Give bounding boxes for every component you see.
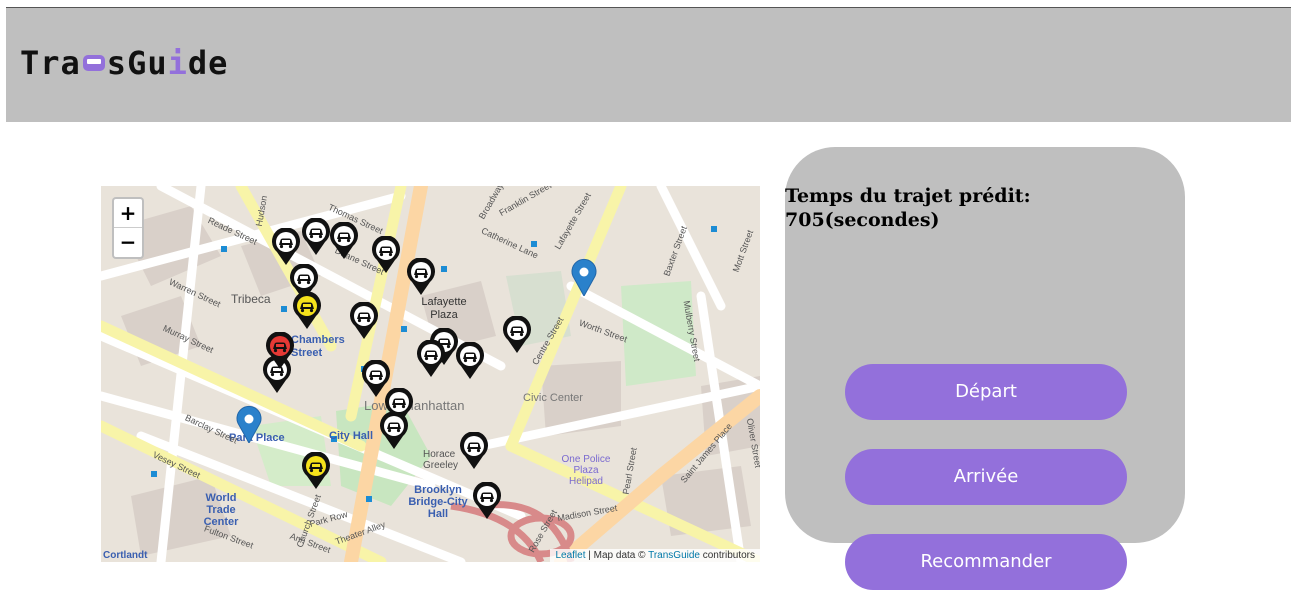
taxi-marker-red-icon[interactable] bbox=[265, 332, 295, 370]
location-pin-icon[interactable] bbox=[569, 258, 599, 296]
taxi-marker-icon[interactable] bbox=[371, 236, 401, 274]
taxi-marker-icon[interactable] bbox=[301, 218, 331, 256]
recommander-button[interactable]: Recommander bbox=[845, 534, 1127, 590]
map-label-city-hall: City Hall bbox=[329, 430, 374, 442]
taxi-marker-icon[interactable] bbox=[271, 228, 301, 266]
map-label-cortlandt: Cortlandt bbox=[103, 550, 148, 561]
zoom-out-button[interactable]: − bbox=[114, 228, 142, 256]
prediction-result: Temps du trajet prédit: 705(secondes) bbox=[785, 184, 1031, 232]
prediction-label: Temps du trajet prédit: bbox=[785, 185, 1031, 207]
depart-button[interactable]: Départ bbox=[845, 364, 1127, 420]
taxi-marker-icon[interactable] bbox=[329, 222, 359, 260]
map-label-lafayette-plaza: Lafayette Plaza bbox=[421, 296, 467, 321]
taxi-marker-icon[interactable] bbox=[349, 302, 379, 340]
taxi-marker-yellow-icon[interactable] bbox=[301, 452, 331, 490]
map-label-tribeca: Tribeca bbox=[231, 292, 271, 306]
taxi-marker-icon[interactable] bbox=[406, 258, 436, 296]
map-label-wtc: World Trade Center bbox=[203, 492, 239, 528]
taxi-marker-icon[interactable] bbox=[455, 342, 485, 380]
taxi-marker-icon[interactable] bbox=[502, 316, 532, 354]
map-label-lower-manhattan: Lower Manhattan bbox=[364, 398, 465, 413]
taxi-marker-icon[interactable] bbox=[459, 432, 489, 470]
map-label-helipad: One Police Plaza Helipad bbox=[561, 454, 611, 487]
arrivee-button[interactable]: Arrivée bbox=[845, 449, 1127, 505]
location-pin-icon[interactable] bbox=[234, 405, 264, 443]
zoom-control: + − bbox=[112, 197, 144, 259]
taxi-marker-icon[interactable] bbox=[379, 412, 409, 450]
attribution-separator: | Map data © bbox=[585, 550, 649, 561]
map-label-civic-center: Civic Center bbox=[523, 392, 583, 404]
bus-icon bbox=[82, 55, 105, 71]
map-view[interactable]: Tribeca Lafayette Plaza Chambers Street … bbox=[101, 186, 760, 562]
attribution-suffix: contributors bbox=[699, 550, 755, 561]
leaflet-link[interactable]: Leaflet bbox=[555, 550, 585, 561]
prediction-value: 705(secondes) bbox=[785, 209, 940, 231]
app-logo[interactable]: Tra sGuide bbox=[20, 44, 228, 82]
taxi-marker-icon[interactable] bbox=[416, 340, 446, 378]
map-label-brooklyn-bridge: Brooklyn Bridge-City Hall bbox=[408, 484, 468, 520]
taxi-marker-yellow-icon[interactable] bbox=[292, 292, 322, 330]
taxi-marker-icon[interactable] bbox=[472, 482, 502, 520]
provider-link[interactable]: TransGuide bbox=[648, 550, 700, 561]
map-attribution: Leaflet | Map data © TransGuide contribu… bbox=[550, 549, 760, 562]
map-label-chambers-street: Chambers Street bbox=[291, 334, 345, 359]
zoom-in-button[interactable]: + bbox=[114, 199, 142, 228]
